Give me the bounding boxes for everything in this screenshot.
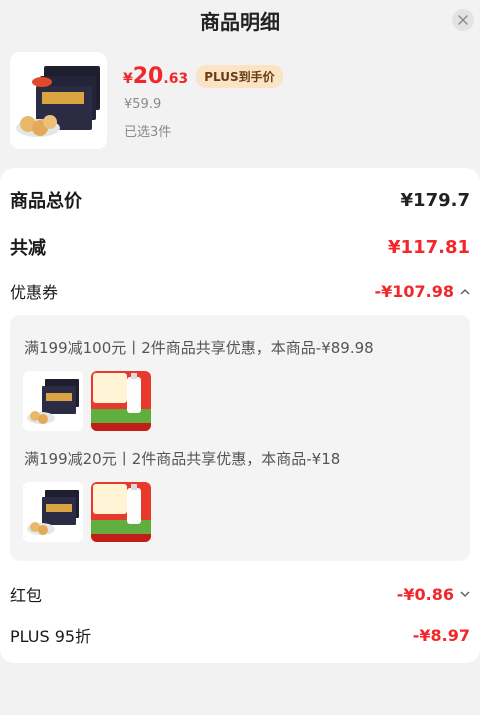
- coupon-row[interactable]: 优惠券 -¥107.98: [10, 279, 470, 303]
- page-title: 商品明细: [200, 10, 280, 34]
- coupon-detail-box: 满199减100元丨2件商品共享优惠，本商品-¥89.98 满199减20元丨2…: [10, 315, 470, 561]
- price-integer: 20: [132, 64, 164, 89]
- redpacket-value-wrap: -¥0.86: [397, 585, 470, 604]
- total-price-label: 商品总价: [10, 191, 82, 212]
- total-reduce-label: 共减: [10, 238, 46, 259]
- total-price-value: ¥179.7: [400, 189, 470, 211]
- coupon-description: 满199减100元丨2件商品共享优惠，本商品-¥89.98: [24, 339, 374, 357]
- total-reduce-row: 共减 ¥117.81: [10, 234, 470, 260]
- redpacket-row[interactable]: 红包 -¥0.86: [10, 582, 470, 606]
- cookie-box-image: [23, 371, 83, 431]
- coupon-products: [23, 371, 151, 431]
- chevron-down-icon[interactable]: [460, 591, 470, 598]
- milk-promo-image: [91, 482, 151, 542]
- plus-price-badge: PLUS到手价: [196, 65, 283, 88]
- close-button[interactable]: [452, 9, 474, 31]
- price-detail-card: 商品总价 ¥179.7 共减 ¥117.81 优惠券 -¥107.98 满199…: [0, 168, 480, 663]
- price-row: ¥20.63 PLUS到手价: [123, 64, 283, 89]
- product-image: [10, 52, 107, 149]
- coupon-description: 满199减20元丨2件商品共享优惠，本商品-¥18: [24, 450, 341, 468]
- plus-discount-label: PLUS 95折: [10, 627, 92, 646]
- cookie-box-image: [10, 52, 107, 149]
- selected-count: 已选3件: [124, 125, 172, 140]
- total-reduce-value: ¥117.81: [388, 236, 470, 258]
- coupon-label: 优惠券: [10, 283, 59, 302]
- total-price-row: 商品总价 ¥179.7: [10, 187, 470, 213]
- product-header: 商品明细 ¥20.63 PLUS到手价 ¥59.9 已选3件: [0, 0, 480, 168]
- coupon-products: [23, 482, 151, 542]
- redpacket-label: 红包: [10, 586, 43, 605]
- product-thumbnail-milk[interactable]: [91, 371, 151, 431]
- cookie-box-image: [23, 482, 83, 542]
- product-thumbnail-milk[interactable]: [91, 482, 151, 542]
- milk-promo-image: [91, 371, 151, 431]
- plus-discount-value: -¥8.97: [412, 625, 470, 645]
- close-icon: [458, 15, 468, 25]
- plus-discount-row: PLUS 95折 -¥8.97: [10, 623, 470, 647]
- product-thumbnail-cookie[interactable]: [23, 482, 83, 542]
- coupon-value-wrap: -¥107.98: [374, 282, 470, 301]
- chevron-up-icon[interactable]: [460, 288, 470, 295]
- plus-price: ¥20.63: [123, 64, 188, 89]
- price-decimal: .63: [163, 71, 189, 87]
- currency-symbol: ¥: [123, 71, 133, 87]
- product-thumbnail-cookie[interactable]: [23, 371, 83, 431]
- redpacket-value: -¥0.86: [396, 584, 454, 604]
- original-price: ¥59.9: [124, 97, 162, 112]
- coupon-value: -¥107.98: [374, 281, 454, 301]
